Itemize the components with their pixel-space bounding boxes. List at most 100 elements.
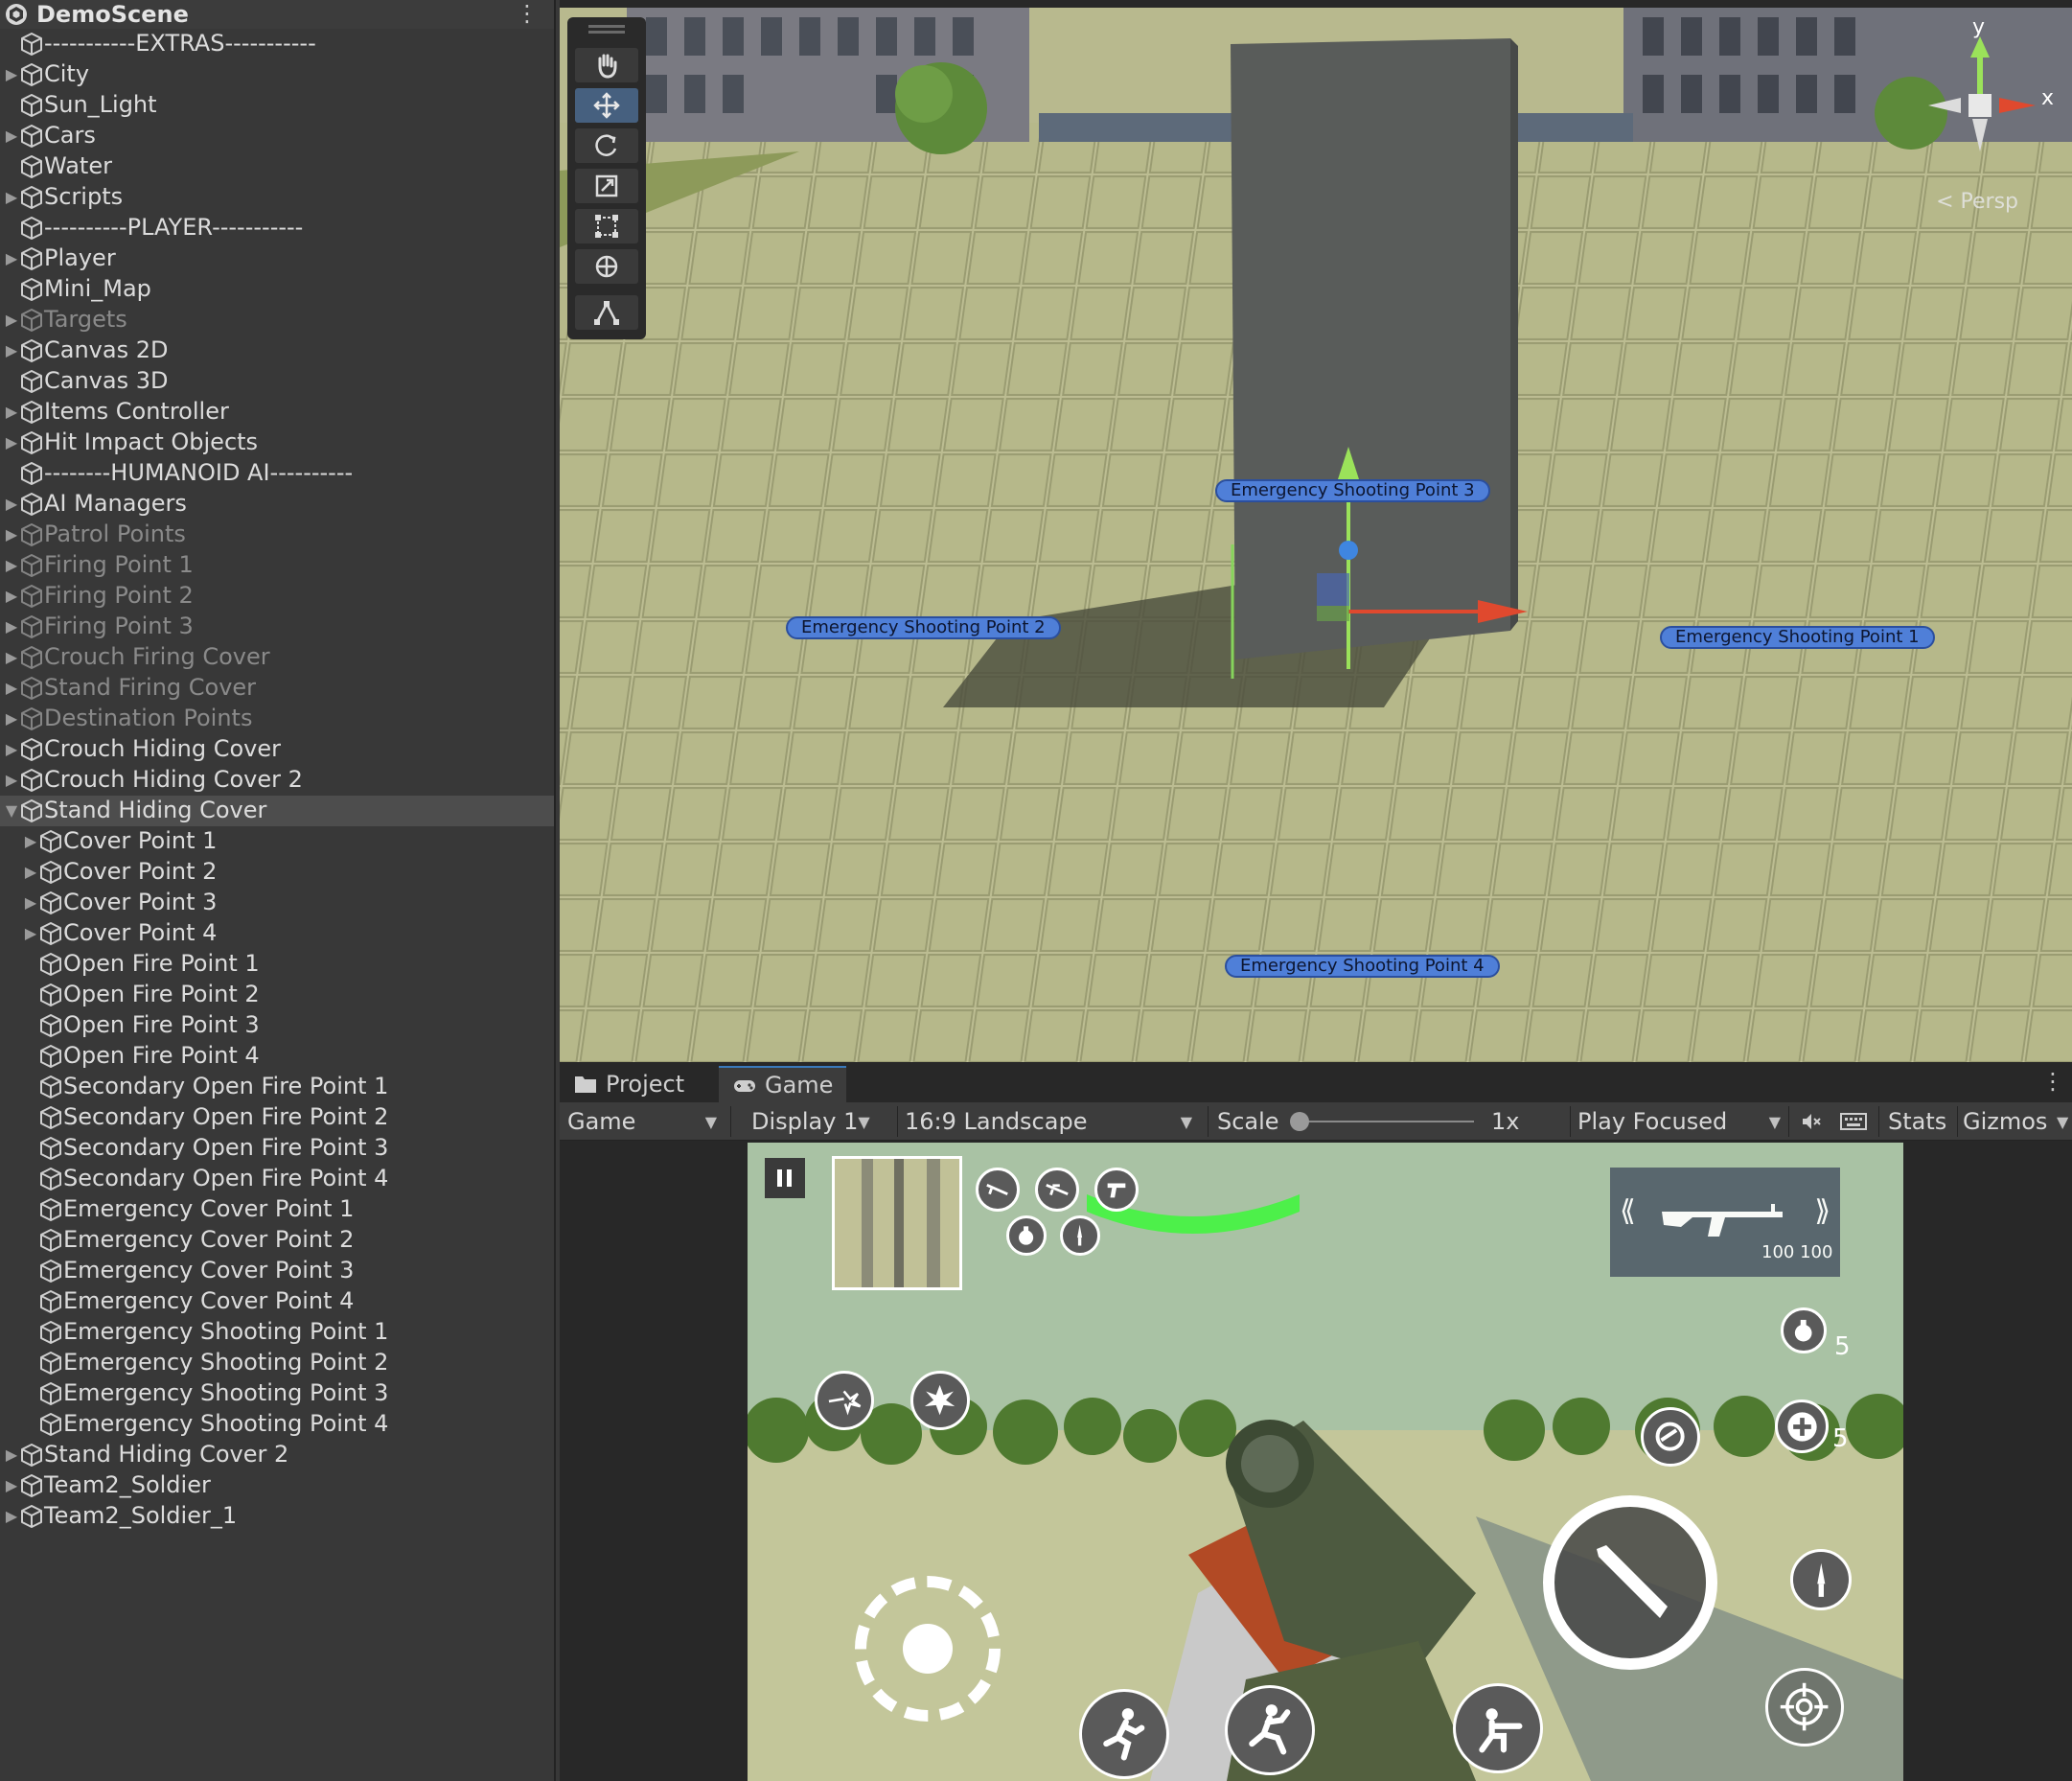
select-sniper-button[interactable] bbox=[1035, 1168, 1079, 1212]
foldout-collapsed-icon[interactable]: ▶ bbox=[4, 711, 19, 727]
hierarchy-item[interactable]: Sun_Light bbox=[0, 90, 554, 121]
foldout-collapsed-icon[interactable]: ▶ bbox=[4, 343, 19, 359]
hierarchy-item[interactable]: Secondary Open Fire Point 1 bbox=[0, 1072, 554, 1102]
foldout-collapsed-icon[interactable]: ▶ bbox=[4, 619, 19, 635]
foldout-collapsed-icon[interactable]: ▶ bbox=[4, 435, 19, 451]
select-grenade-button[interactable] bbox=[1006, 1215, 1047, 1256]
melee-button[interactable] bbox=[1790, 1549, 1852, 1610]
hierarchy-item[interactable]: ▶ Targets bbox=[0, 305, 554, 335]
hierarchy-item[interactable]: ▶ Firing Point 1 bbox=[0, 550, 554, 581]
transform-tool[interactable] bbox=[575, 249, 638, 284]
scene-view[interactable]: y x < Persp Emergency Shooting Point 3 E… bbox=[560, 0, 2072, 1062]
hierarchy-item[interactable]: ▶ Patrol Points bbox=[0, 520, 554, 550]
hierarchy-item[interactable]: ▶ Player bbox=[0, 243, 554, 274]
hand-tool[interactable] bbox=[575, 48, 638, 82]
tab-game[interactable]: Game bbox=[719, 1066, 847, 1102]
hierarchy-item[interactable]: ▶ City bbox=[0, 59, 554, 90]
scale-slider-handle[interactable] bbox=[1290, 1112, 1309, 1131]
foldout-collapsed-icon[interactable]: ▶ bbox=[4, 558, 19, 573]
hierarchy-item[interactable]: ▶ Scripts bbox=[0, 182, 554, 213]
foldout-expanded-icon[interactable]: ▼ bbox=[4, 803, 19, 819]
persp-toggle[interactable]: < Persp bbox=[1936, 190, 2018, 214]
play-mode-dropdown[interactable]: Play Focused ▼ bbox=[1577, 1102, 1781, 1141]
hierarchy-header[interactable]: DemoScene ⋮ bbox=[0, 0, 554, 29]
crouch-button[interactable] bbox=[1453, 1683, 1543, 1773]
hierarchy-item[interactable]: ▶ Cover Point 3 bbox=[0, 888, 554, 918]
hierarchy-item[interactable]: ▶ Destination Points bbox=[0, 704, 554, 734]
hierarchy-item[interactable]: Mini_Map bbox=[0, 274, 554, 305]
mute-audio-button[interactable] bbox=[1794, 1102, 1829, 1141]
hierarchy-item[interactable]: ▶ Firing Point 3 bbox=[0, 612, 554, 642]
hierarchy-item[interactable]: Open Fire Point 3 bbox=[0, 1010, 554, 1041]
select-knife-button[interactable] bbox=[1060, 1215, 1100, 1256]
hierarchy-item[interactable]: Emergency Cover Point 4 bbox=[0, 1286, 554, 1317]
aim-button[interactable] bbox=[1765, 1668, 1844, 1746]
explosion-button[interactable] bbox=[910, 1371, 970, 1430]
hierarchy-item[interactable]: ▶ Stand Firing Cover bbox=[0, 673, 554, 704]
select-pistol-button[interactable] bbox=[1094, 1168, 1139, 1212]
hierarchy-item[interactable]: Open Fire Point 2 bbox=[0, 980, 554, 1010]
hierarchy-item[interactable]: ▶ Cars bbox=[0, 121, 554, 151]
foldout-collapsed-icon[interactable]: ▶ bbox=[23, 865, 38, 880]
hierarchy-item[interactable]: ▶ Stand Hiding Cover 2 bbox=[0, 1440, 554, 1470]
movement-joystick[interactable] bbox=[855, 1576, 1001, 1722]
keyboard-button[interactable] bbox=[1836, 1102, 1871, 1141]
foldout-collapsed-icon[interactable]: ▶ bbox=[4, 190, 19, 205]
emergency-shooting-point-4-label[interactable]: Emergency Shooting Point 4 bbox=[1225, 955, 1500, 978]
game-view[interactable]: ⟪ ⟫ 100 100 5 5 bbox=[748, 1143, 1903, 1781]
move-tool[interactable] bbox=[575, 88, 638, 123]
shoot-mode-button[interactable] bbox=[815, 1371, 874, 1430]
rotate-tool[interactable] bbox=[575, 128, 638, 163]
foldout-collapsed-icon[interactable]: ▶ bbox=[4, 1478, 19, 1493]
stats-button[interactable]: Stats bbox=[1888, 1102, 1946, 1141]
hierarchy-item[interactable]: ▶ Team2_Soldier_1 bbox=[0, 1501, 554, 1532]
foldout-collapsed-icon[interactable]: ▶ bbox=[23, 834, 38, 849]
game-view-dropdown[interactable]: Game ▼ bbox=[567, 1102, 717, 1141]
hierarchy-item[interactable]: Emergency Shooting Point 1 bbox=[0, 1317, 554, 1348]
foldout-collapsed-icon[interactable]: ▶ bbox=[4, 1509, 19, 1524]
prev-weapon-icon[interactable]: ⟪ bbox=[1620, 1194, 1636, 1228]
hierarchy-item[interactable]: Secondary Open Fire Point 2 bbox=[0, 1102, 554, 1133]
display-dropdown[interactable]: Display 1 ▼ bbox=[751, 1102, 870, 1141]
foldout-collapsed-icon[interactable]: ▶ bbox=[4, 497, 19, 512]
hierarchy-item[interactable]: ▶ Team2_Soldier bbox=[0, 1470, 554, 1501]
hierarchy-item[interactable]: ▶ Firing Point 2 bbox=[0, 581, 554, 612]
emergency-shooting-point-3-label[interactable]: Emergency Shooting Point 3 bbox=[1215, 479, 1490, 502]
hierarchy-item[interactable]: ▶ Cover Point 1 bbox=[0, 826, 554, 857]
hierarchy-item[interactable]: Canvas 3D bbox=[0, 366, 554, 397]
foldout-collapsed-icon[interactable]: ▶ bbox=[4, 527, 19, 543]
scale-tool[interactable] bbox=[575, 169, 638, 203]
joystick-knob[interactable] bbox=[903, 1624, 953, 1674]
gizmos-dropdown-arrow[interactable]: ▼ bbox=[2057, 1102, 2068, 1141]
foldout-collapsed-icon[interactable]: ▶ bbox=[4, 405, 19, 420]
foldout-collapsed-icon[interactable]: ▶ bbox=[4, 312, 19, 328]
select-rifle-button[interactable] bbox=[976, 1168, 1020, 1212]
hierarchy-item[interactable]: ----------PLAYER----------- bbox=[0, 213, 554, 243]
foldout-collapsed-icon[interactable]: ▶ bbox=[23, 895, 38, 911]
hierarchy-item[interactable]: Emergency Shooting Point 4 bbox=[0, 1409, 554, 1440]
jump-button[interactable] bbox=[1225, 1685, 1315, 1775]
hierarchy-item[interactable]: Open Fire Point 1 bbox=[0, 949, 554, 980]
next-weapon-icon[interactable]: ⟫ bbox=[1814, 1194, 1830, 1228]
hierarchy-item[interactable]: Emergency Shooting Point 2 bbox=[0, 1348, 554, 1378]
foldout-collapsed-icon[interactable]: ▶ bbox=[4, 1447, 19, 1463]
game-panel-menu-icon[interactable]: ⋮ bbox=[2041, 1068, 2064, 1095]
foldout-collapsed-icon[interactable]: ▶ bbox=[4, 589, 19, 604]
hierarchy-item[interactable]: ▶ Canvas 2D bbox=[0, 335, 554, 366]
hierarchy-item[interactable]: Water bbox=[0, 151, 554, 182]
hierarchy-item[interactable]: ▶ Crouch Firing Cover bbox=[0, 642, 554, 673]
hierarchy-item[interactable]: ▼ Stand Hiding Cover bbox=[0, 796, 554, 826]
heal-button[interactable] bbox=[1775, 1399, 1829, 1453]
reload-button[interactable] bbox=[1641, 1407, 1700, 1467]
foldout-collapsed-icon[interactable]: ▶ bbox=[4, 681, 19, 696]
throw-grenade-button[interactable] bbox=[1781, 1307, 1827, 1353]
hierarchy-item[interactable]: ▶ Crouch Hiding Cover bbox=[0, 734, 554, 765]
foldout-collapsed-icon[interactable]: ▶ bbox=[4, 251, 19, 266]
hierarchy-item[interactable]: Emergency Cover Point 2 bbox=[0, 1225, 554, 1256]
hierarchy-menu-icon[interactable]: ⋮ bbox=[516, 0, 539, 27]
hierarchy-item[interactable]: -----------EXTRAS----------- bbox=[0, 29, 554, 59]
hierarchy-item[interactable]: Open Fire Point 4 bbox=[0, 1041, 554, 1072]
hierarchy-item[interactable]: ▶ Items Controller bbox=[0, 397, 554, 428]
hierarchy-item[interactable]: --------HUMANOID AI---------- bbox=[0, 458, 554, 489]
tab-project[interactable]: Project bbox=[560, 1066, 698, 1102]
